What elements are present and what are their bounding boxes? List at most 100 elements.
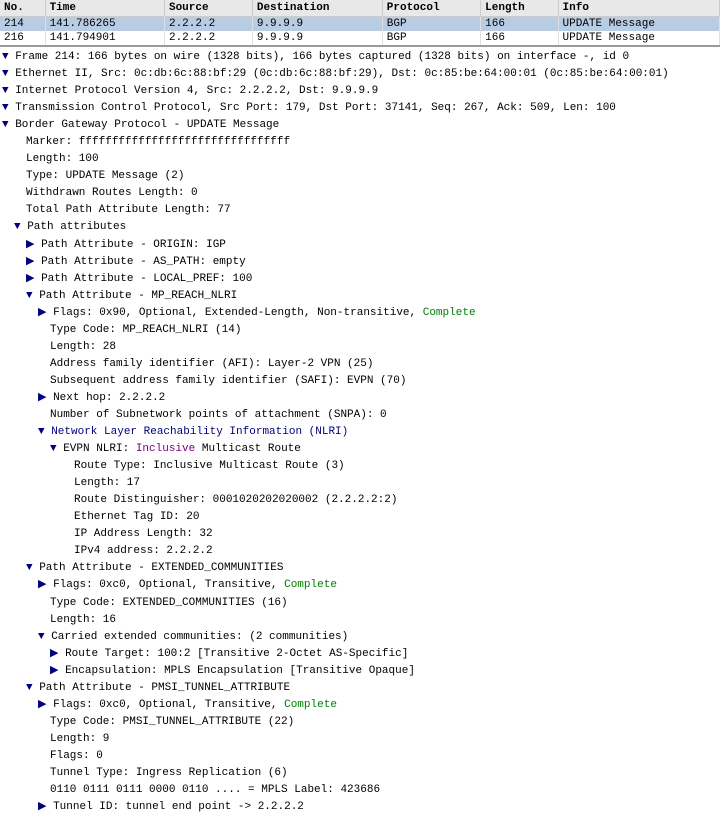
table-row[interactable]: 216141.7949012.2.2.29.9.9.9BGP166UPDATE … [0, 31, 720, 45]
tree-line[interactable]: Number of Subnetwork points of attachmen… [0, 407, 720, 424]
col-header-protocol: Protocol [382, 0, 480, 17]
tree-line[interactable]: Tunnel Type: Ingress Replication (6) [0, 765, 720, 782]
tree-text: Subsequent address family identifier (SA… [50, 375, 406, 387]
tree-text: Type Code: MP_REACH_NLRI (14) [50, 324, 241, 336]
tree-text: Route Distinguisher: 0001020202020002 (2… [74, 494, 397, 506]
tree-line[interactable]: Route Distinguisher: 0001020202020002 (2… [0, 492, 720, 509]
tree-line[interactable]: ▼ Ethernet II, Src: 0c:db:6c:88:bf:29 (0… [0, 66, 720, 83]
tree-arrow[interactable]: ▼ [14, 221, 27, 233]
tree-line[interactable]: Type Code: PMSI_TUNNEL_ATTRIBUTE (22) [0, 714, 720, 731]
tree-arrow[interactable]: ▼ [2, 102, 15, 114]
tree-line[interactable]: ▼ Path Attribute - PMSI_TUNNEL_ATTRIBUTE [0, 680, 720, 697]
tree-text: Route Target: 100:2 [Transitive 2-Octet … [65, 648, 408, 660]
tree-text: Route Type: Inclusive Multicast Route (3… [74, 460, 345, 472]
tree-arrow[interactable]: ▶ [26, 273, 41, 285]
tree-arrow[interactable]: ▶ [26, 256, 41, 268]
tree-text: Type Code: EXTENDED_COMMUNITIES (16) [50, 597, 288, 609]
cell-protocol: BGP [382, 17, 480, 32]
tree-text: Flags: 0 [50, 750, 103, 762]
tree-line[interactable]: ▼ Path Attribute - MP_REACH_NLRI [0, 288, 720, 305]
tree-line[interactable]: ▶ Tunnel ID: tunnel end point -> 2.2.2.2 [0, 799, 720, 816]
tree-arrow[interactable]: ▼ [26, 290, 39, 302]
tree-line[interactable]: Ethernet Tag ID: 20 [0, 509, 720, 526]
col-header-destination: Destination [252, 0, 382, 17]
tree-arrow[interactable]: ▶ [38, 801, 53, 813]
tree-line[interactable]: Type: UPDATE Message (2) [0, 168, 720, 185]
tree-line[interactable]: ▶ Route Target: 100:2 [Transitive 2-Octe… [0, 646, 720, 663]
tree-line[interactable]: ▼ Transmission Control Protocol, Src Por… [0, 100, 720, 117]
tree-text: Withdrawn Routes Length: 0 [26, 187, 198, 199]
tree-line[interactable]: IP Address Length: 32 [0, 526, 720, 543]
tree-line[interactable]: Withdrawn Routes Length: 0 [0, 185, 720, 202]
tree-arrow[interactable]: ▼ [2, 51, 15, 63]
tree-arrow[interactable]: ▶ [50, 648, 65, 660]
tree-line[interactable]: ▼ Path attributes [0, 219, 720, 236]
tree-line[interactable]: ▼ Frame 214: 166 bytes on wire (1328 bit… [0, 49, 720, 66]
tree-line[interactable]: Route Type: Inclusive Multicast Route (3… [0, 458, 720, 475]
tree-arrow[interactable]: ▼ [38, 426, 51, 438]
table-row[interactable]: 214141.7862652.2.2.29.9.9.9BGP166UPDATE … [0, 17, 720, 32]
tree-arrow[interactable]: ▶ [26, 239, 41, 251]
detail-panel: ▼ Frame 214: 166 bytes on wire (1328 bit… [0, 45, 720, 818]
tree-line[interactable]: ▶ Flags: 0xc0, Optional, Transitive, Com… [0, 697, 720, 714]
tree-line[interactable]: ▼ Border Gateway Protocol - UPDATE Messa… [0, 117, 720, 134]
tree-text: Type Code: PMSI_TUNNEL_ATTRIBUTE (22) [50, 716, 294, 728]
tree-line[interactable]: Length: 16 [0, 612, 720, 629]
tree-arrow[interactable]: ▶ [38, 307, 53, 319]
col-header-length: Length [481, 0, 558, 17]
tree-line[interactable]: Total Path Attribute Length: 77 [0, 202, 720, 219]
tree-line[interactable]: ▶ Encapsulation: MPLS Encapsulation [Tra… [0, 663, 720, 680]
tree-text: Path Attribute - LOCAL_PREF: 100 [41, 273, 252, 285]
tree-arrow[interactable]: ▼ [2, 68, 15, 80]
cell-protocol: BGP [382, 31, 480, 45]
tree-line[interactable]: ▼ Carried extended communities: (2 commu… [0, 629, 720, 646]
tree-text: Internet Protocol Version 4, Src: 2.2.2.… [15, 85, 378, 97]
tree-arrow[interactable]: ▼ [26, 562, 39, 574]
tree-line[interactable]: Address family identifier (AFI): Layer-2… [0, 356, 720, 373]
tree-line[interactable]: ▶ Path Attribute - ORIGIN: IGP [0, 237, 720, 254]
table-header-row: No. Time Source Destination Protocol Len… [0, 0, 720, 17]
tree-arrow[interactable]: ▼ [2, 85, 15, 97]
tree-line[interactable]: Length: 28 [0, 339, 720, 356]
tree-line[interactable]: Type Code: EXTENDED_COMMUNITIES (16) [0, 595, 720, 612]
tree-arrow[interactable]: ▼ [2, 119, 15, 131]
tree-line[interactable]: 0110 0111 0111 0000 0110 .... = MPLS Lab… [0, 782, 720, 799]
tree-line[interactable]: ▼ Network Layer Reachability Information… [0, 424, 720, 441]
tree-line[interactable]: Type Code: MP_REACH_NLRI (14) [0, 322, 720, 339]
tree-line[interactable]: ▶ Path Attribute - LOCAL_PREF: 100 [0, 271, 720, 288]
tree-text: Encapsulation: MPLS Encapsulation [Trans… [65, 665, 415, 677]
col-header-source: Source [164, 0, 252, 17]
col-header-info: Info [558, 0, 719, 17]
tree-line[interactable]: ▶ Flags: 0xc0, Optional, Transitive, Com… [0, 577, 720, 594]
cell-length: 166 [481, 17, 558, 32]
tree-arrow[interactable]: ▶ [38, 392, 53, 404]
cell-source: 2.2.2.2 [164, 31, 252, 45]
tree-text: IPv4 address: 2.2.2.2 [74, 545, 213, 557]
tree-text: Flags: 0xc0, Optional, Transitive, Compl… [53, 579, 337, 591]
tree-text: 0110 0111 0111 0000 0110 .... = MPLS Lab… [50, 784, 380, 796]
tree-text: Path attributes [27, 221, 126, 233]
tree-line[interactable]: ▶ Flags: 0x90, Optional, Extended-Length… [0, 305, 720, 322]
tree-text: Border Gateway Protocol - UPDATE Message [15, 119, 279, 131]
tree-arrow[interactable]: ▶ [38, 699, 53, 711]
tree-line[interactable]: Marker: ffffffffffffffffffffffffffffffff [0, 134, 720, 151]
tree-line[interactable]: IPv4 address: 2.2.2.2 [0, 543, 720, 560]
tree-arrow[interactable]: ▼ [26, 682, 39, 694]
tree-arrow[interactable]: ▶ [38, 579, 53, 591]
tree-line[interactable]: Length: 100 [0, 151, 720, 168]
tree-line[interactable]: ▶ Next hop: 2.2.2.2 [0, 390, 720, 407]
tree-arrow[interactable]: ▶ [50, 665, 65, 677]
tree-text: Tunnel Type: Ingress Replication (6) [50, 767, 288, 779]
tree-line[interactable]: Subsequent address family identifier (SA… [0, 373, 720, 390]
cell-info: UPDATE Message [558, 17, 719, 32]
tree-line[interactable]: Flags: 0 [0, 748, 720, 765]
tree-line[interactable]: Length: 9 [0, 731, 720, 748]
tree-line[interactable]: Length: 17 [0, 475, 720, 492]
tree-line[interactable]: ▼ EVPN NLRI: Inclusive Multicast Route [0, 441, 720, 458]
tree-line[interactable]: ▼ Internet Protocol Version 4, Src: 2.2.… [0, 83, 720, 100]
tree-line[interactable]: ▶ Path Attribute - AS_PATH: empty [0, 254, 720, 271]
tree-arrow[interactable]: ▼ [38, 631, 51, 643]
tree-arrow[interactable]: ▼ [50, 443, 63, 455]
tree-line[interactable]: ▼ Path Attribute - EXTENDED_COMMUNITIES [0, 560, 720, 577]
cell-time: 141.794901 [45, 31, 164, 45]
